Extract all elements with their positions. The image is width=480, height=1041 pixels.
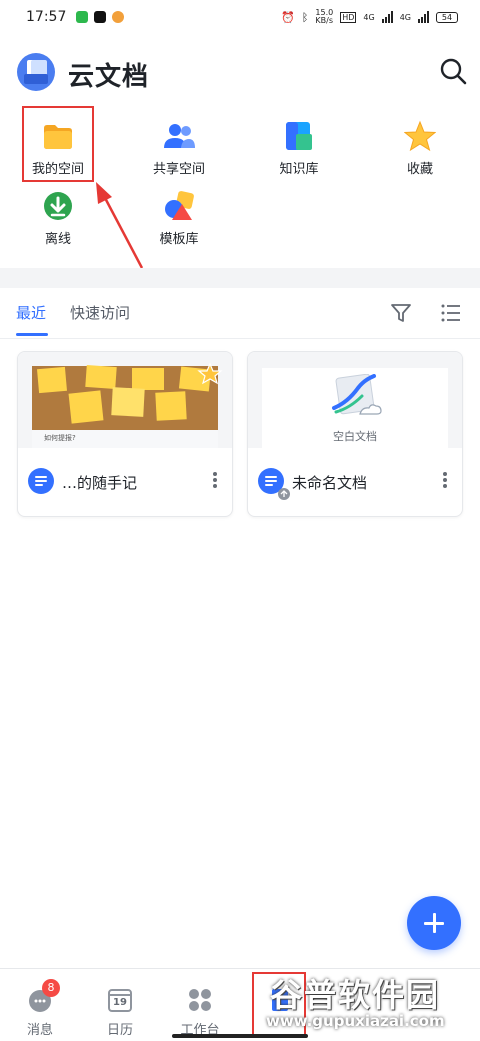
alarm-icon: ⏰ — [281, 10, 295, 24]
download-icon — [44, 192, 72, 220]
cloud-docs-logo-icon — [17, 53, 55, 91]
status-time: 17:57 — [26, 9, 67, 25]
people-icon — [164, 124, 195, 148]
section-divider — [0, 268, 480, 288]
shortcut-favorites[interactable]: 收藏 — [380, 116, 460, 182]
star-icon — [404, 120, 436, 152]
home-indicator[interactable] — [172, 1034, 308, 1038]
shortcut-label: 知识库 — [279, 162, 319, 177]
thumbnail-caption: 如何提报? — [44, 434, 76, 442]
tab-active-indicator — [16, 333, 48, 336]
battery-icon: 54 — [436, 11, 458, 23]
search-icon[interactable] — [438, 56, 468, 86]
blank-document-illustration-icon — [332, 374, 382, 415]
tab-bar: 最近 快速访问 — [0, 288, 480, 339]
nav-calendar[interactable]: 19 日历 — [80, 969, 160, 1041]
template-icon — [165, 191, 194, 220]
shortcut-label: 共享空间 — [152, 162, 205, 177]
document-name: …的随手记 — [62, 474, 138, 492]
signal-1-icon — [381, 11, 393, 23]
sim2-label: 4G — [399, 12, 411, 22]
tiktok-icon — [94, 11, 107, 23]
upload-status-icon — [278, 488, 290, 500]
document-name: 未命名文档 — [292, 474, 368, 492]
document-icon — [28, 468, 54, 494]
app-notification-icon — [76, 11, 89, 23]
app-header: 云文档 — [0, 48, 480, 98]
workspace-icon — [189, 989, 211, 1011]
watermark: 谷普软件园 www.gupuxiazai.com — [262, 968, 480, 1040]
calendar-date: 19 — [113, 997, 127, 1008]
annotation-highlight-box — [22, 106, 94, 182]
tab-recent[interactable]: 最近 — [16, 302, 46, 323]
hd-badge: HD — [340, 11, 357, 23]
nav-messages[interactable]: 8 消息 — [0, 969, 80, 1041]
knowledge-base-icon — [286, 122, 312, 150]
create-new-button[interactable] — [407, 896, 461, 950]
more-options-icon[interactable] — [440, 470, 450, 492]
document-card[interactable]: 空白文档 未命名文档 — [247, 351, 463, 517]
shortcut-offline[interactable]: 离线 — [18, 186, 98, 252]
page-title: 云文档 — [68, 62, 150, 92]
document-card[interactable]: 如何提报? …的随手记 — [17, 351, 233, 517]
status-bar: 17:57 ⏰ ᛒ 15.0 KB/s HD 4G 4G 54 — [0, 0, 480, 34]
nav-workspace[interactable]: 工作台 — [160, 969, 240, 1041]
document-card-footer: …的随手记 — [18, 448, 232, 516]
status-right: ⏰ ᛒ 15.0 KB/s HD 4G 4G 54 — [281, 9, 458, 25]
network-speed: 15.0 KB/s — [315, 8, 334, 25]
shortcut-label: 离线 — [44, 232, 71, 247]
unread-badge: 8 — [42, 979, 60, 997]
nav-label: 消息 — [26, 1023, 53, 1038]
sim1-label: 4G — [363, 12, 375, 22]
weibo-icon — [112, 11, 125, 23]
status-left: 17:57 — [26, 9, 125, 25]
signal-2-icon — [418, 11, 429, 23]
document-thumbnail: 如何提报? — [18, 352, 232, 448]
filter-icon[interactable] — [390, 302, 412, 324]
document-card-footer: 未命名文档 — [248, 448, 462, 516]
list-view-icon[interactable] — [440, 302, 462, 324]
document-thumbnail: 空白文档 — [248, 352, 462, 448]
shortcut-knowledge-base[interactable]: 知识库 — [259, 116, 339, 182]
tab-quick-access[interactable]: 快速访问 — [70, 302, 130, 323]
more-options-icon[interactable] — [210, 470, 220, 492]
battery-level: 54 — [441, 12, 453, 22]
nav-label: 日历 — [106, 1023, 133, 1038]
shortcut-label: 模板库 — [159, 232, 199, 247]
watermark-url: www.gupuxiazai.com — [266, 1012, 445, 1030]
shortcut-shared-space[interactable]: 共享空间 — [139, 116, 219, 182]
shortcut-templates[interactable]: 模板库 — [139, 186, 219, 252]
watermark-title: 谷普软件园 — [270, 976, 441, 1014]
shortcut-label: 收藏 — [406, 162, 433, 177]
bluetooth-icon: ᛒ — [301, 10, 309, 24]
thumbnail-caption: 空白文档 — [333, 430, 377, 443]
